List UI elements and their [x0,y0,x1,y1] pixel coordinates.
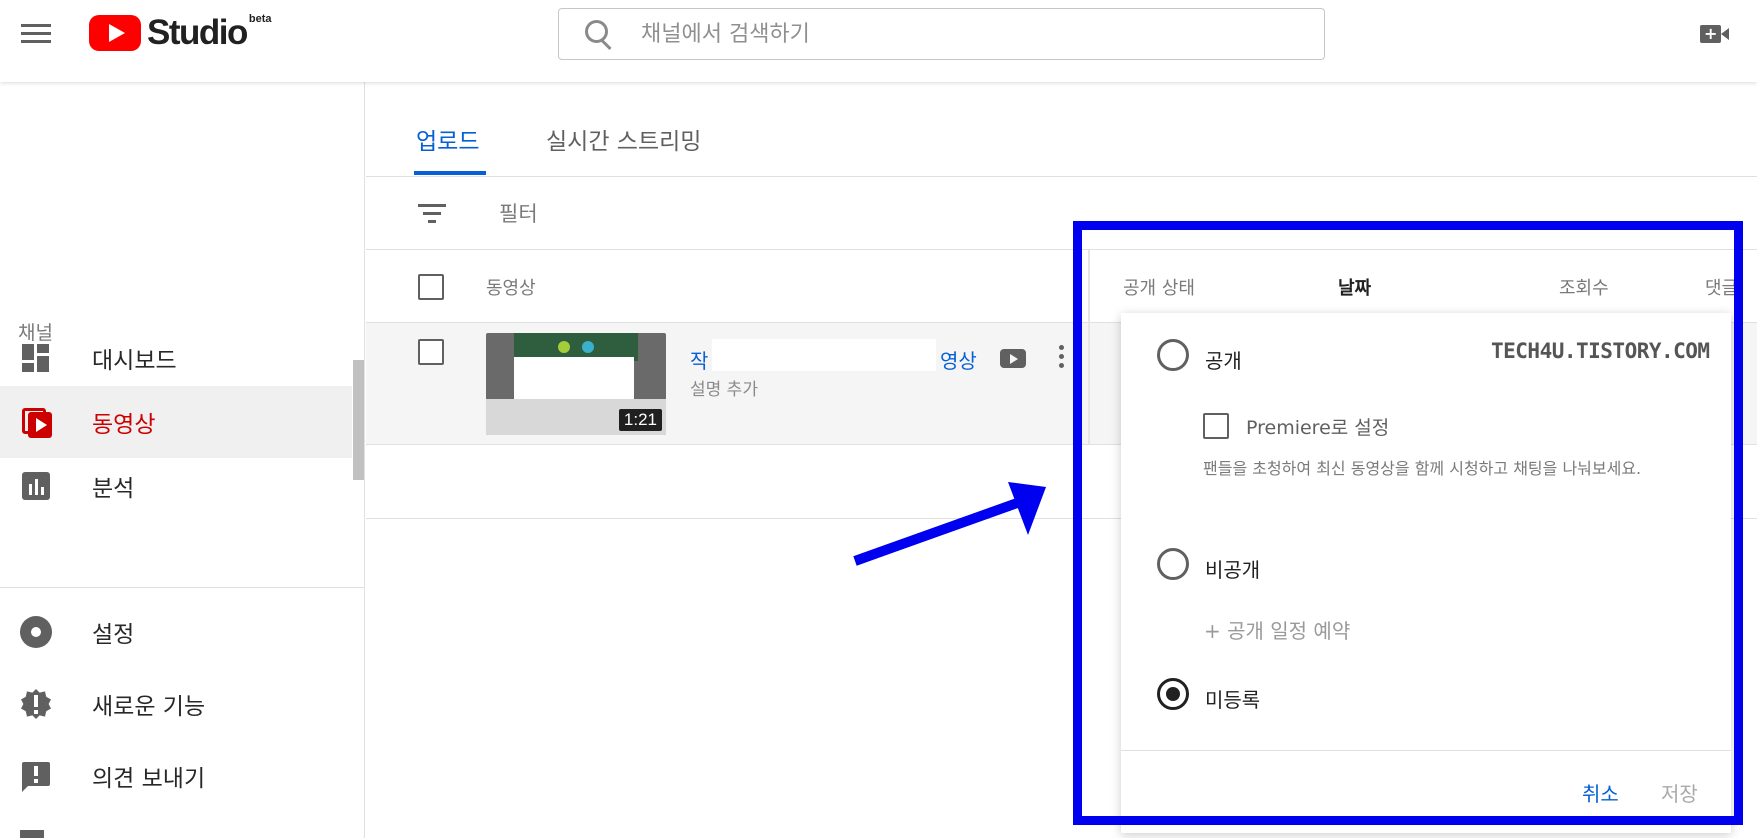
column-date[interactable]: 날짜 [1338,274,1371,300]
sidebar-item-dashboard[interactable]: 대시보드 [0,322,352,394]
column-visibility[interactable]: 공개 상태 [1123,274,1195,300]
tab-uploads[interactable]: 업로드 [416,122,479,156]
filter-icon[interactable] [418,202,446,224]
add-description-link[interactable]: 설명 추가 [690,375,758,400]
radio-private[interactable] [1157,548,1189,580]
premiere-label: Premiere로 설정 [1246,417,1390,439]
sidebar-item-videos[interactable]: 동영상 [0,386,352,458]
sidebar-item-analytics[interactable]: 분석 [0,450,352,522]
option-unlisted-label: 미등록 [1205,688,1261,712]
popup-divider [1121,750,1731,751]
whats-new-icon [20,688,52,720]
column-divider [1088,250,1090,445]
column-views[interactable]: 조회수 [1559,274,1609,300]
sidebar-item-settings[interactable]: 설정 [0,596,352,668]
dashboard-icon [20,342,52,374]
sidebar-item-label: 의견 보내기 [92,766,206,792]
cancel-button[interactable]: 취소 [1582,778,1619,807]
sidebar: 채널 대시보드 동영상 분석 설정 새로운 기능 의견 보내기 [0,82,365,838]
sidebar-item-label: 새로운 기능 [92,694,206,720]
hamburger-menu-icon[interactable] [18,20,54,46]
filter-input-label[interactable]: 필터 [499,198,538,228]
video-duration: 1:21 [618,409,662,431]
filter-bar: 필터 [366,178,1757,250]
video-title-suffix[interactable]: 영상 [940,345,977,374]
search-icon[interactable] [581,16,617,52]
redacted-title-mask [712,339,936,371]
sidebar-scrollbar[interactable] [353,360,364,480]
gear-icon [20,616,52,648]
option-private-label: 비공개 [1205,558,1261,582]
premiere-description: 팬들을 초청하여 최신 동영상을 함께 시청하고 채팅을 나눠보세요. [1203,459,1642,478]
annotation-arrow [853,482,1046,566]
schedule-publish-link[interactable]: + 공개 일정 예약 [1204,615,1350,644]
column-comments[interactable]: 댓글 [1705,274,1738,300]
visibility-popup: 공개 TECH4U.TISTORY.COM Premiere로 설정 팬들을 초… [1121,313,1731,833]
top-bar: Studio beta + [0,0,1757,82]
save-button[interactable]: 저장 [1661,778,1698,807]
sidebar-item-label: 대시보드 [92,348,177,374]
watermark: TECH4U.TISTORY.COM [1491,339,1710,363]
youtube-logo-icon [89,15,141,51]
row-checkbox[interactable] [418,339,444,365]
view-on-youtube-icon[interactable] [1000,349,1026,368]
tab-live-streaming[interactable]: 실시간 스트리밍 [546,122,701,156]
analytics-icon [20,470,52,502]
studio-logo[interactable]: Studio beta [89,13,272,52]
column-video: 동영상 [486,278,536,299]
radio-unlisted[interactable] [1157,678,1189,710]
video-thumbnail[interactable]: 1:21 [486,333,666,435]
video-library-icon [20,406,52,438]
tab-bar: 업로드 실시간 스트리밍 [366,82,1757,177]
sidebar-item-label: 설정 [92,622,135,648]
create-video-icon[interactable]: + [1700,25,1730,45]
sidebar-item-whats-new[interactable]: 새로운 기능 [0,668,352,740]
logo-text: Studio [147,13,248,52]
premiere-checkbox[interactable] [1203,413,1229,439]
option-public-label: 공개 [1205,349,1242,373]
partial-nav-icon [20,830,44,838]
sidebar-item-label: 동영상 [92,412,156,438]
select-all-checkbox[interactable] [418,274,444,300]
more-options-icon[interactable] [1058,345,1066,371]
active-tab-indicator [414,171,486,175]
arrow-shaft [853,497,1022,566]
radio-public[interactable] [1157,339,1189,371]
channel-search-input[interactable] [641,21,1281,47]
sidebar-item-label: 분석 [92,476,135,502]
logo-beta-badge: beta [248,13,272,25]
channel-search-box[interactable] [558,8,1325,60]
video-title[interactable]: 작 [690,345,708,374]
sidebar-item-feedback[interactable]: 의견 보내기 [0,740,352,812]
sidebar-divider [0,587,364,588]
feedback-icon [20,760,52,792]
